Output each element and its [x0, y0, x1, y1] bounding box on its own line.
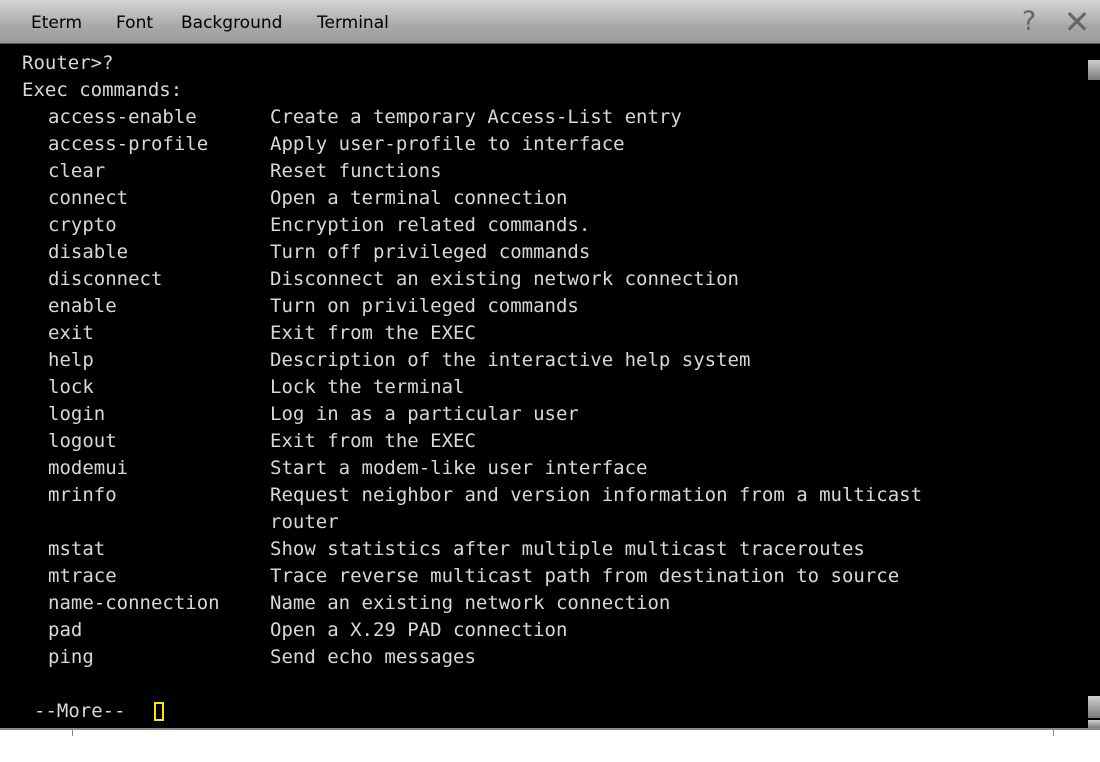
- help-icon[interactable]: ?: [1014, 6, 1044, 38]
- status-divider-right: [1053, 730, 1054, 736]
- command-description: Exit from the EXEC: [270, 430, 476, 452]
- command-name: pad: [48, 619, 83, 641]
- command-name: mrinfo: [48, 484, 117, 506]
- command-row: mrinfo Request neighbor and version infor…: [22, 482, 1072, 509]
- command-row: logout Exit from the EXEC: [22, 428, 1072, 455]
- command-name: mtrace: [48, 565, 117, 587]
- terminal-output[interactable]: Router>? Exec commands: --More-- access-…: [0, 44, 1082, 728]
- command-row: pad Open a X.29 PAD connection: [22, 617, 1072, 644]
- command-name: access-enable: [48, 106, 197, 128]
- command-description: Create a temporary Access-List entry: [270, 106, 682, 128]
- command-name: logout: [48, 430, 117, 452]
- command-name: disconnect: [48, 268, 163, 290]
- command-description: Start a modem-like user interface: [270, 457, 648, 479]
- more-prompt: --More--: [34, 700, 126, 722]
- command-row: enable Turn on privileged commands: [22, 293, 1072, 320]
- menu-bar: Eterm Font Background Terminal ? ✕: [0, 0, 1100, 44]
- command-description: Lock the terminal: [270, 376, 465, 398]
- command-row: clear Reset functions: [22, 158, 1072, 185]
- eterm-window: Eterm Font Background Terminal ? ✕ Route…: [0, 0, 1100, 762]
- command-description: Exit from the EXEC: [270, 322, 476, 344]
- command-name: crypto: [48, 214, 117, 236]
- command-description: Disconnect an existing network connectio…: [270, 268, 739, 290]
- command-row: router: [22, 509, 1072, 536]
- command-row: modemui Start a modem-like user interface: [22, 455, 1072, 482]
- command-description: Request neighbor and version information…: [270, 484, 923, 506]
- command-description: Send echo messages: [270, 646, 476, 668]
- command-row: access-profile Apply user-profile to inte…: [22, 131, 1072, 158]
- command-row: mstat Show statistics after multiple mult…: [22, 536, 1072, 563]
- command-description: Apply user-profile to interface: [270, 133, 625, 155]
- command-row: login Log in as a particular user: [22, 401, 1072, 428]
- command-name: ping: [48, 646, 94, 668]
- command-row: lock Lock the terminal: [22, 374, 1072, 401]
- command-name: access-profile: [48, 133, 209, 155]
- command-row: mtrace Trace reverse multicast path from …: [22, 563, 1072, 590]
- command-name: mstat: [48, 538, 106, 560]
- command-name: help: [48, 349, 94, 371]
- status-divider-left: [72, 730, 73, 736]
- command-name: disable: [48, 241, 129, 263]
- command-description: Log in as a particular user: [270, 403, 579, 425]
- scroll-down-arrow-icon[interactable]: [1088, 720, 1100, 728]
- close-icon[interactable]: ✕: [1062, 6, 1092, 38]
- command-description: Reset functions: [270, 160, 442, 182]
- command-description: Open a X.29 PAD connection: [270, 619, 568, 641]
- command-row: exit Exit from the EXEC: [22, 320, 1072, 347]
- prompt-line: Router>?: [22, 52, 114, 74]
- scroll-thumb[interactable]: [1088, 696, 1100, 718]
- command-description: Trace reverse multicast path from destin…: [270, 565, 900, 587]
- command-row: name-connection Name an existing network …: [22, 590, 1072, 617]
- command-description: router: [270, 511, 339, 533]
- menu-background[interactable]: Background: [181, 13, 282, 33]
- menu-font[interactable]: Font: [116, 13, 153, 33]
- command-name: enable: [48, 295, 117, 317]
- command-row: ping Send echo messages: [22, 644, 1072, 671]
- scroll-up-arrow-icon[interactable]: [1088, 60, 1100, 80]
- command-description: Description of the interactive help syst…: [270, 349, 751, 371]
- command-description: Open a terminal connection: [270, 187, 568, 209]
- command-name: modemui: [48, 457, 129, 479]
- command-description: Encryption related commands.: [270, 214, 591, 236]
- menu-eterm[interactable]: Eterm: [31, 13, 82, 33]
- command-row: disconnect Disconnect an existing network…: [22, 266, 1072, 293]
- more-prompt-line: --More--: [22, 698, 222, 725]
- command-description: Turn off privileged commands: [270, 241, 591, 263]
- command-name: exit: [48, 322, 94, 344]
- menu-terminal[interactable]: Terminal: [317, 13, 389, 33]
- command-row: access-enable Create a temporary Access-L…: [22, 104, 1072, 131]
- status-bar: [0, 728, 1100, 762]
- text-cursor: [154, 702, 164, 721]
- command-row: disable Turn off privileged commands: [22, 239, 1072, 266]
- command-name: lock: [48, 376, 94, 398]
- command-description: Show statistics after multiple multicast…: [270, 538, 865, 560]
- command-description: Turn on privileged commands: [270, 295, 579, 317]
- command-description: Name an existing network connection: [270, 592, 671, 614]
- command-row: help Description of the interactive help …: [22, 347, 1072, 374]
- command-name: connect: [48, 187, 129, 209]
- command-name: name-connection: [48, 592, 220, 614]
- command-name: clear: [48, 160, 106, 182]
- command-name: login: [48, 403, 106, 425]
- command-row: connect Open a terminal connection: [22, 185, 1072, 212]
- scrollbar[interactable]: [1082, 44, 1100, 728]
- command-row: crypto Encryption related commands.: [22, 212, 1072, 239]
- exec-commands-header: Exec commands:: [22, 79, 183, 101]
